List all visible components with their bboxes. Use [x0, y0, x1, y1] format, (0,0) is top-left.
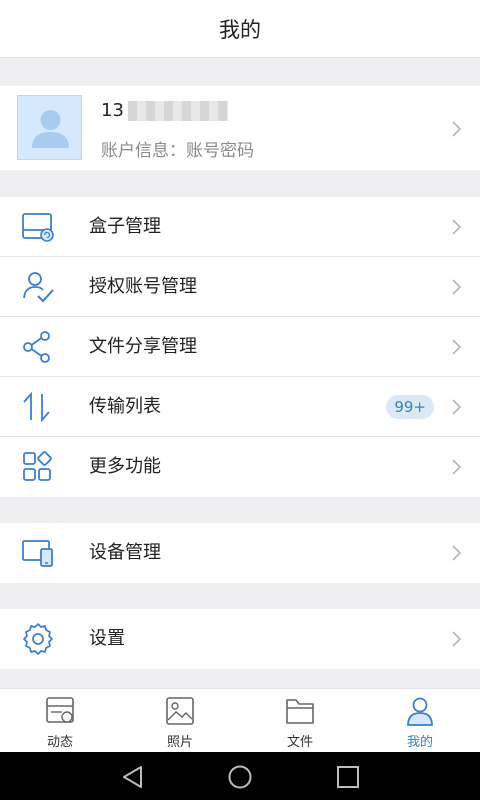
menu-item-file-share[interactable]: 文件分享管理	[0, 317, 480, 377]
profile-card[interactable]: 13 账户信息：账号密码	[0, 86, 480, 170]
menu-group-main: 盒子管理 授权账号管理 文件分享管理 传输列表 99+ 更多功能	[0, 197, 480, 497]
chevron-right-icon	[452, 279, 462, 295]
menu-item-settings[interactable]: 设置	[0, 609, 480, 669]
phone-number: 13	[101, 100, 228, 121]
menu-item-device-management[interactable]: 设备管理	[0, 523, 480, 583]
devices-icon	[22, 540, 53, 567]
menu-item-label: 授权账号管理	[89, 276, 197, 297]
menu-item-transfer-list[interactable]: 传输列表 99+	[0, 377, 480, 437]
tab-photos[interactable]: 照片	[120, 689, 240, 752]
grid-icon	[23, 451, 52, 481]
user-check-icon	[23, 272, 54, 303]
tab-files[interactable]: 文件	[240, 689, 360, 752]
menu-item-label: 更多功能	[89, 456, 161, 477]
menu-item-box-management[interactable]: 盒子管理	[0, 197, 480, 257]
tab-label: 文件	[286, 735, 313, 750]
tab-activity[interactable]: 动态	[0, 689, 120, 752]
bottom-tab-bar: 动态 照片 文件 我的	[0, 688, 480, 752]
tab-label: 我的	[406, 735, 433, 750]
menu-item-label: 盒子管理	[89, 216, 161, 237]
chevron-right-icon	[452, 121, 462, 137]
menu-item-more-features[interactable]: 更多功能	[0, 437, 480, 497]
home-icon[interactable]	[227, 764, 253, 790]
tab-mine[interactable]: 我的	[360, 689, 480, 752]
system-nav-bar	[0, 752, 480, 800]
activity-icon	[46, 697, 74, 723]
chevron-right-icon	[452, 631, 462, 647]
share-icon	[23, 331, 50, 363]
chevron-right-icon	[452, 459, 462, 475]
chevron-right-icon	[452, 399, 462, 415]
photo-icon	[166, 697, 194, 725]
avatar	[17, 95, 82, 160]
transfer-count-badge: 99+	[386, 395, 434, 419]
menu-item-authorized-accounts[interactable]: 授权账号管理	[0, 257, 480, 317]
box-icon	[22, 213, 54, 242]
back-icon[interactable]	[120, 764, 146, 790]
chevron-right-icon	[452, 339, 462, 355]
chevron-right-icon	[452, 219, 462, 235]
gear-icon	[23, 623, 53, 655]
folder-icon	[286, 699, 314, 724]
menu-group-settings: 设置	[0, 609, 480, 669]
recents-icon[interactable]	[335, 764, 361, 790]
page-title: 我的	[219, 17, 261, 42]
chevron-right-icon	[452, 545, 462, 561]
menu-item-label: 设备管理	[89, 542, 161, 563]
menu-item-label: 传输列表	[89, 396, 161, 417]
account-info: 账户信息：账号密码	[101, 141, 254, 161]
menu-group-device: 设备管理	[0, 523, 480, 583]
transfer-icon	[23, 391, 50, 423]
tab-label: 动态	[46, 735, 73, 750]
top-bar: 我的	[0, 0, 480, 58]
avatar-placeholder-icon	[32, 110, 69, 148]
phone-prefix: 13	[101, 100, 124, 121]
tab-label: 照片	[166, 735, 193, 750]
menu-item-label: 设置	[89, 628, 125, 649]
person-icon	[407, 697, 433, 726]
menu-item-label: 文件分享管理	[89, 336, 197, 357]
phone-masked	[127, 100, 228, 121]
